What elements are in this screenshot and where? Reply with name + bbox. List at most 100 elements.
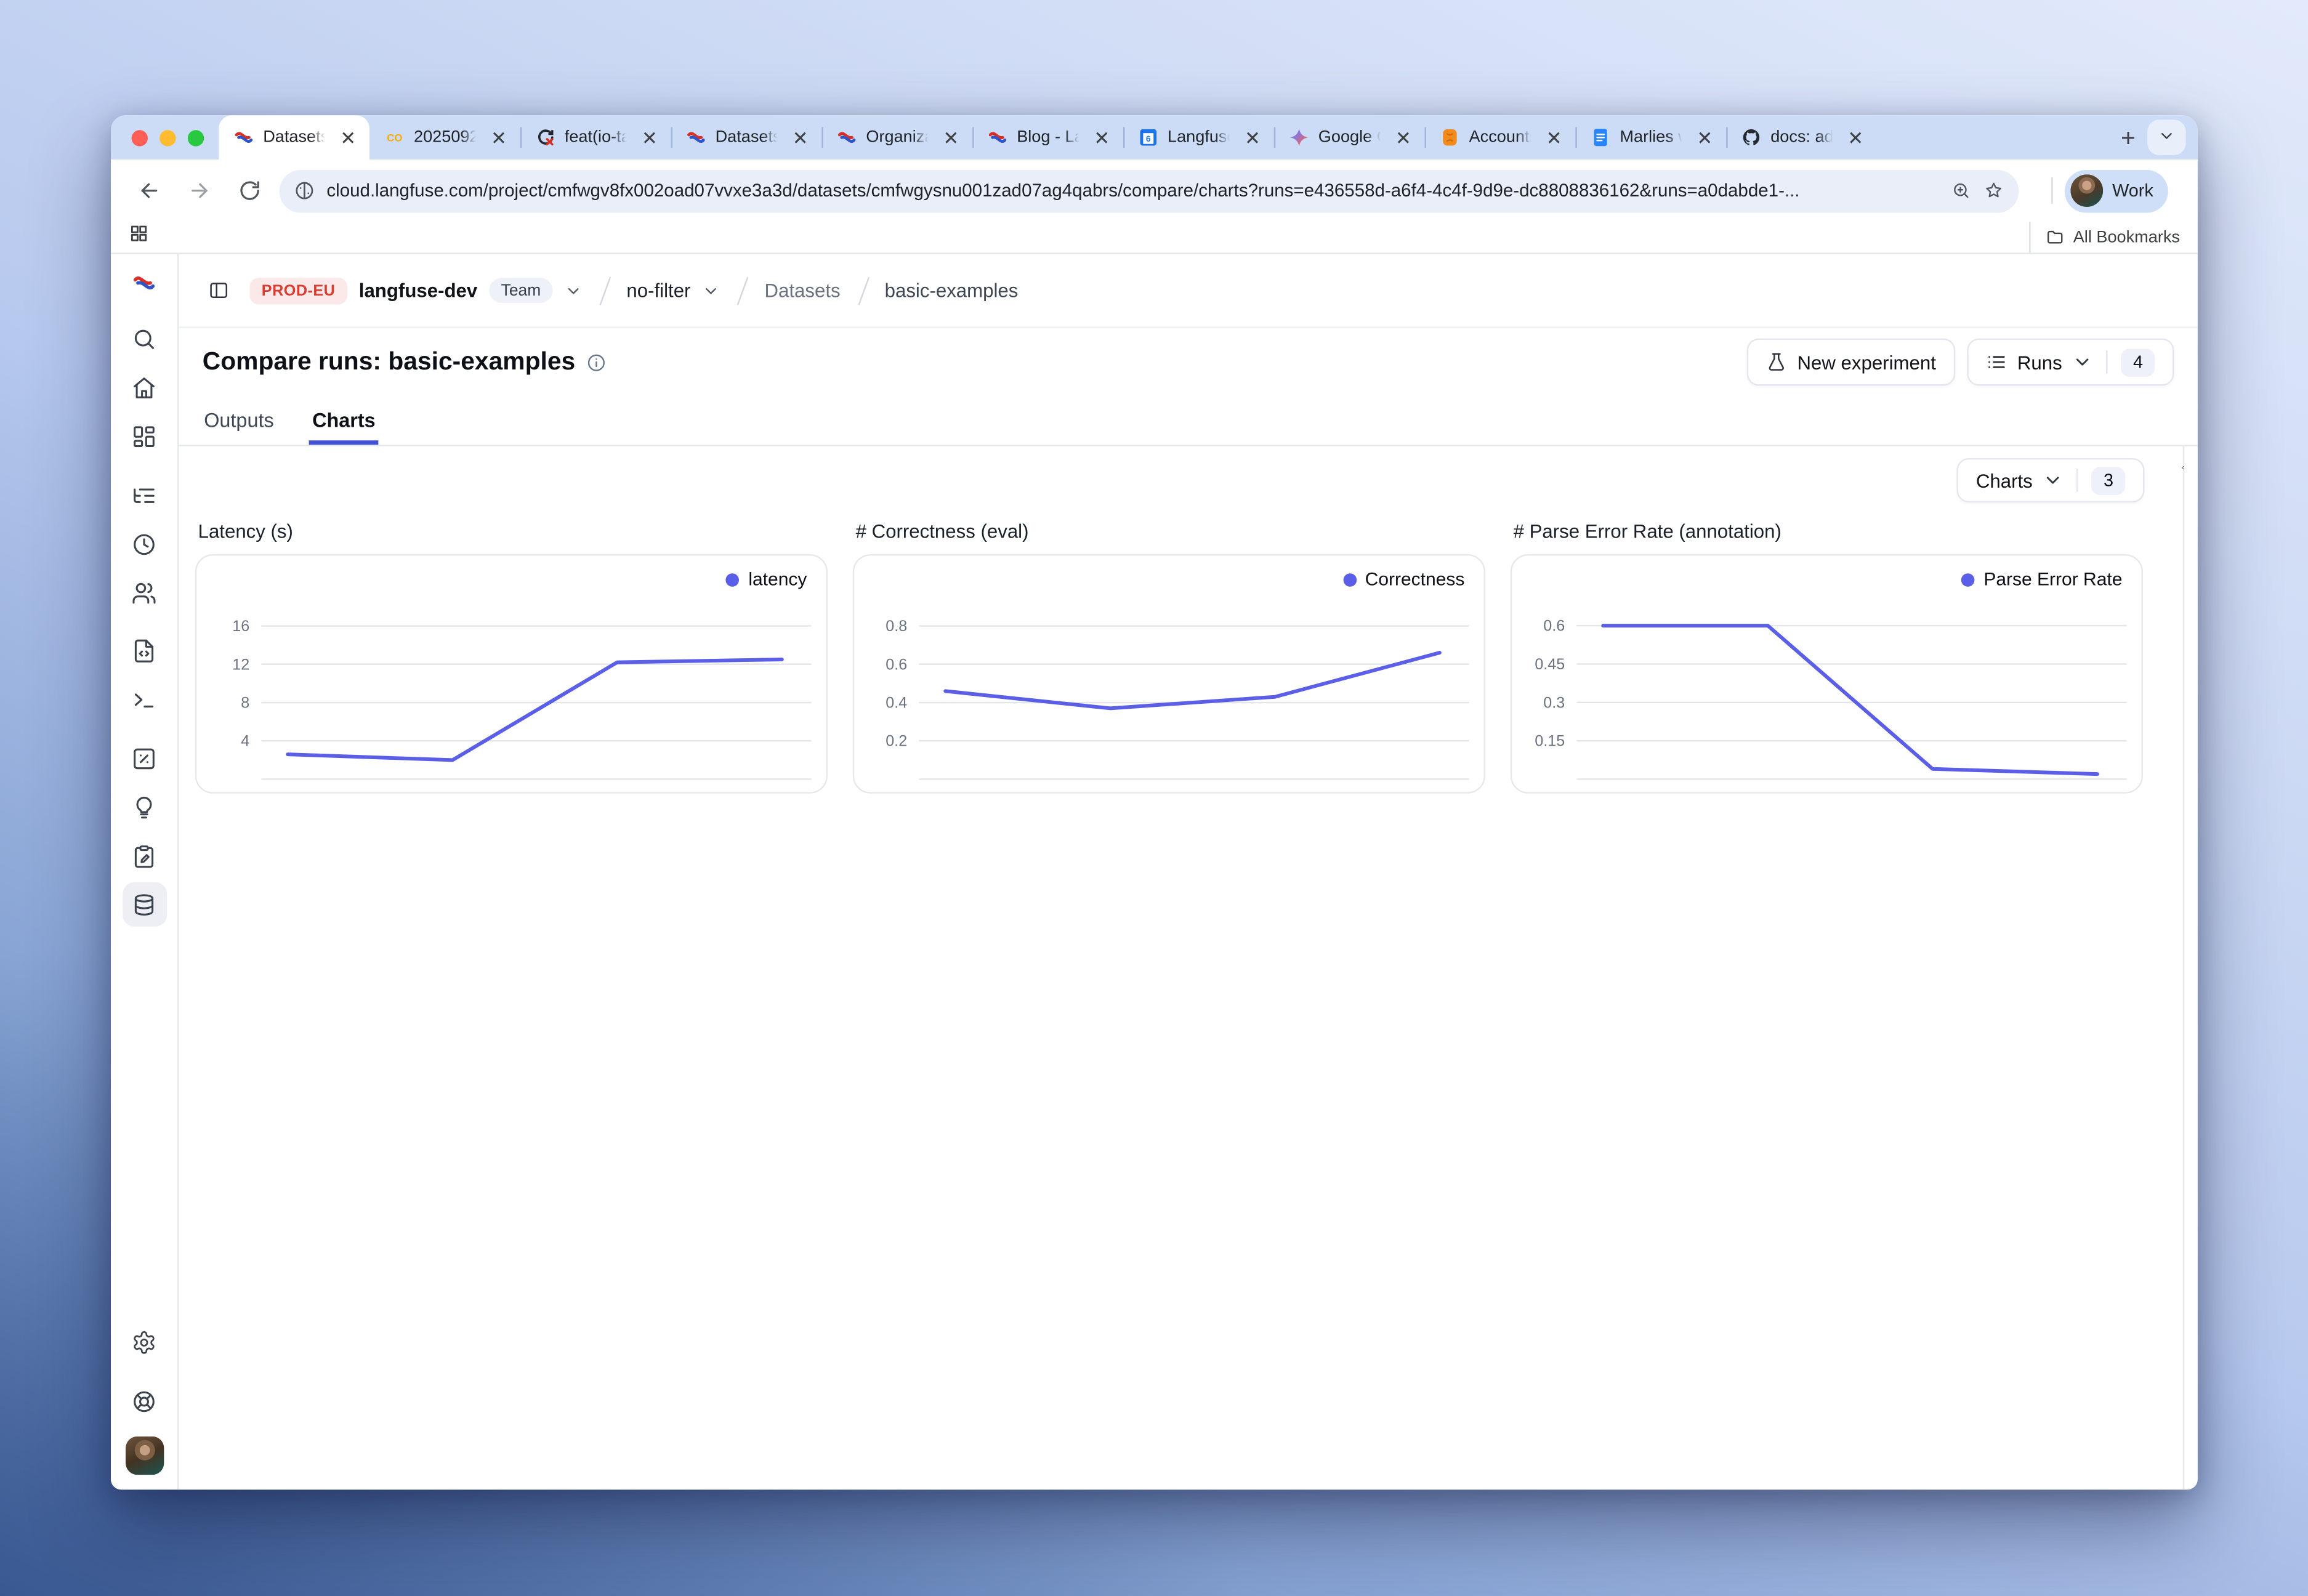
runs-dropdown-button[interactable]: Runs 4 — [1967, 339, 2174, 386]
close-tab-icon[interactable]: ✕ — [938, 126, 964, 148]
browser-tab[interactable]: Google Ge ✕ — [1274, 115, 1425, 159]
sidebar-item-users[interactable] — [122, 570, 166, 615]
svg-text:4: 4 — [241, 733, 249, 750]
sidebar-item-datasets-database[interactable] — [122, 882, 166, 927]
sidebar-item-home[interactable] — [122, 366, 166, 410]
chart-card: 0.20.40.60.8Correctness — [853, 554, 1485, 794]
browser-toolbar: cloud.langfuse.com/project/cmfwgv8fx002o… — [111, 159, 2198, 222]
chevron-down-icon — [2073, 352, 2094, 373]
sidebar-item-settings-gear[interactable] — [122, 1320, 166, 1364]
tab-charts[interactable]: Charts — [312, 409, 376, 445]
user-avatar[interactable] — [125, 1437, 163, 1475]
close-tab-icon[interactable]: ✕ — [1089, 126, 1115, 148]
svg-text:0.15: 0.15 — [1535, 733, 1565, 750]
close-tab-icon[interactable]: ✕ — [637, 126, 663, 148]
charts-dropdown-button[interactable]: Charts 3 — [1957, 458, 2145, 502]
svg-text:6: 6 — [1146, 134, 1151, 143]
browser-tab[interactable]: 6Langfuse -✕ — [1123, 115, 1274, 159]
browser-tab[interactable]: Datasets | L✕ — [219, 115, 369, 159]
langfuse-icon — [836, 127, 857, 148]
site-settings-icon[interactable] — [294, 180, 315, 201]
sidebar-item-tracing[interactable] — [122, 473, 166, 517]
sidebar-item-dashboard[interactable] — [122, 414, 166, 459]
breadcrumb-project[interactable]: no-filter — [626, 280, 690, 302]
page-actions: New experiment Runs 4 — [1747, 339, 2174, 386]
new-tab-button[interactable]: + — [2109, 118, 2147, 156]
project-chevron-down-icon[interactable] — [703, 281, 720, 299]
datasets-database-icon — [132, 892, 157, 917]
tracing-icon — [132, 483, 157, 508]
sidebar-item-support-lifebuoy[interactable] — [122, 1379, 166, 1424]
close-tab-icon[interactable]: ✕ — [788, 126, 813, 148]
environment-badge: PROD-EU — [250, 277, 347, 304]
close-window-button[interactable] — [132, 129, 148, 145]
breadcrumb-current: basic-examples — [885, 280, 1019, 302]
new-experiment-button[interactable]: New experiment — [1747, 339, 1955, 386]
svg-text:8: 8 — [241, 695, 249, 712]
close-tab-icon[interactable]: ✕ — [486, 126, 512, 148]
profile-label: Work — [2112, 180, 2153, 201]
back-button[interactable] — [129, 170, 170, 211]
sidebar-item-annotation-clipboard[interactable] — [122, 834, 166, 878]
app-sidebar — [111, 254, 179, 1489]
url-text: cloud.langfuse.com/project/cmfwgv8fx002o… — [326, 180, 1939, 201]
browser-tab[interactable]: CO20250923✕ — [369, 115, 520, 159]
reload-button[interactable] — [229, 170, 270, 211]
apps-grid-icon[interactable] — [129, 223, 150, 251]
breadcrumb-datasets-link[interactable]: Datasets — [764, 280, 840, 302]
browser-tabs: Datasets | L✕CO20250923✕feat(io-tab✕Data… — [219, 115, 2109, 159]
langfuse-logo-icon[interactable] — [129, 267, 159, 297]
tab-title: Google Ge — [1318, 129, 1382, 147]
browser-tab[interactable]: Datasets |✕ — [671, 115, 822, 159]
sidebar-item-search[interactable] — [122, 317, 166, 361]
org-chevron-down-icon[interactable] — [565, 281, 583, 299]
close-tab-icon[interactable]: ✕ — [1843, 126, 1868, 148]
close-tab-icon[interactable]: ✕ — [1541, 126, 1567, 148]
page-header: Compare runs: basic-examples New experim… — [179, 328, 2197, 396]
sidebar-item-insights-lightbulb[interactable] — [122, 784, 166, 829]
chart-title: # Parse Error Rate (annotation) — [1514, 520, 2143, 542]
breadcrumb-org[interactable]: langfuse-dev — [359, 280, 477, 302]
gemini-icon — [1289, 127, 1310, 148]
close-tab-icon[interactable]: ✕ — [1240, 126, 1265, 148]
runs-label: Runs — [2017, 351, 2062, 373]
browser-tab[interactable]: Organizatio ✕ — [821, 115, 972, 159]
close-tab-icon[interactable]: ✕ — [336, 126, 361, 148]
chart-legend: Parse Error Rate — [1961, 569, 2122, 590]
svg-text:12: 12 — [232, 656, 249, 673]
browser-tab[interactable]: feat(io-tab✕ — [520, 115, 671, 159]
sidebar-item-playground-terminal[interactable] — [122, 677, 166, 722]
sidebar-toggle-icon[interactable] — [200, 271, 238, 309]
forward-button[interactable] — [179, 170, 220, 211]
browser-tab[interactable]: docs: add✕ — [1726, 115, 1877, 159]
browser-tab[interactable]: Blog - Lang✕ — [972, 115, 1123, 159]
tab-search-button[interactable] — [2147, 119, 2185, 155]
zoom-window-button[interactable] — [188, 129, 204, 145]
chart-legend: Correctness — [1343, 569, 1465, 590]
sidebar-item-scores[interactable] — [122, 736, 166, 780]
tab-outputs[interactable]: Outputs — [204, 409, 273, 445]
window-controls — [129, 115, 219, 159]
info-icon[interactable] — [587, 352, 606, 371]
chart-block: # Parse Error Rate (annotation)0.150.30.… — [1511, 509, 2143, 794]
close-tab-icon[interactable]: ✕ — [1692, 126, 1717, 148]
address-bar[interactable]: cloud.langfuse.com/project/cmfwgv8fx002o… — [280, 169, 2019, 212]
tab-strip: Datasets | L✕CO20250923✕feat(io-tab✕Data… — [111, 115, 2198, 159]
all-bookmarks-button[interactable]: All Bookmarks — [2029, 222, 2180, 252]
langfuse-app: PROD-EU langfuse-dev Team no-filter Data… — [111, 254, 2198, 1489]
dashboard-icon — [132, 424, 157, 449]
browser-tab[interactable]: Marlies we✕ — [1575, 115, 1726, 159]
zoom-level-icon[interactable] — [1951, 180, 1972, 201]
minimize-window-button[interactable] — [159, 129, 176, 145]
bookmarks-bar: All Bookmarks — [111, 222, 2198, 254]
tab-title: Organizatio — [866, 129, 929, 147]
close-tab-icon[interactable]: ✕ — [1391, 126, 1416, 148]
collapse-panel-chevron-left-icon[interactable] — [2171, 455, 2195, 478]
bookmark-star-icon[interactable] — [1983, 180, 2004, 201]
scores-icon — [132, 746, 157, 771]
svg-text:CO: CO — [387, 132, 402, 144]
browser-tab[interactable]: Accounts |✕ — [1425, 115, 1576, 159]
browser-profile-chip[interactable]: Work — [2065, 169, 2168, 212]
sidebar-item-sessions-clock[interactable] — [122, 522, 166, 566]
sidebar-item-prompts-file-code[interactable] — [122, 629, 166, 673]
